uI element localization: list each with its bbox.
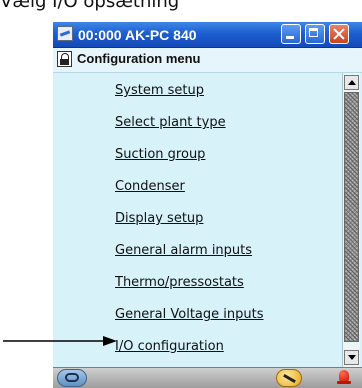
maximize-button[interactable] [305,24,325,44]
menu-header: Configuration menu [53,48,362,73]
scroll-up-button[interactable] [344,75,359,90]
menu-title: Configuration menu [77,51,201,66]
scroll-thumb[interactable] [344,92,359,342]
menu-item-system-setup[interactable]: System setup [115,81,204,101]
menu-item-general-alarm-inputs[interactable]: General alarm inputs [115,241,252,261]
lock-icon[interactable] [57,51,72,67]
wrench-icon[interactable] [276,369,302,387]
monitor-icon [57,26,73,41]
title-bar[interactable]: 00:000 AK-PC 840 [53,22,362,48]
menu-item-condenser[interactable]: Condenser [115,177,185,197]
scroll-down-button[interactable] [344,350,359,365]
menu-item-suction-group[interactable]: Suction group [115,145,205,165]
arrow-right-icon [3,336,117,346]
menu-item-display-setup[interactable]: Display setup [115,209,203,229]
menu-item-select-plant-type[interactable]: Select plant type [115,113,226,133]
caption-text: Vælg I/O opsætning [0,0,180,12]
menu-item-general-voltage-inputs[interactable]: General Voltage inputs [115,305,263,325]
minimize-button[interactable] [281,24,301,44]
user-icon[interactable] [57,369,87,387]
window-title: 00:000 AK-PC 840 [78,27,197,43]
bell-base [337,381,351,384]
vertical-scrollbar[interactable] [342,73,360,367]
close-button[interactable] [329,24,349,44]
lock-body [60,59,69,65]
bell-shape [339,370,349,381]
alarm-bell-icon[interactable] [337,370,351,384]
menu-list: System setup Select plant type Suction g… [53,73,342,367]
menu-item-thermo-pressostats[interactable]: Thermo/pressostats [115,273,244,293]
status-bar [53,367,362,388]
menu-item-io-configuration[interactable]: I/O configuration [115,337,224,357]
